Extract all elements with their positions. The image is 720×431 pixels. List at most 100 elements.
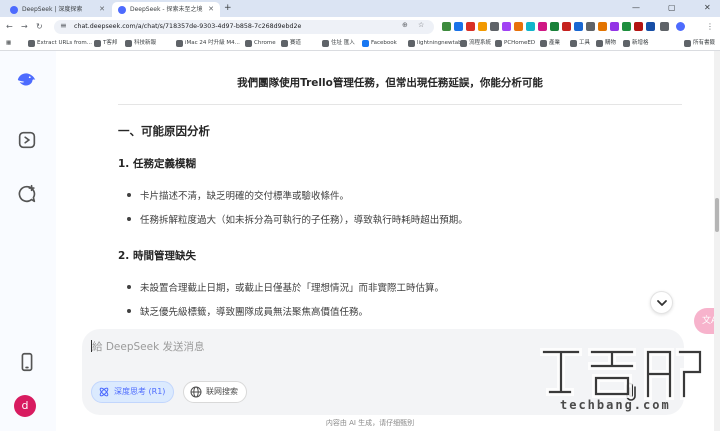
extension-icon[interactable]	[514, 22, 523, 31]
extension-icon[interactable]	[466, 22, 475, 31]
deepseek-favicon-icon	[118, 6, 126, 14]
apps-icon[interactable]: ▦	[6, 38, 11, 49]
url-text[interactable]: chat.deepseek.com/a/chat/s/718357de-9303…	[74, 20, 301, 34]
bookmark-item[interactable]: 新增格	[623, 38, 649, 49]
extension-icon[interactable]	[610, 22, 619, 31]
close-tab-icon[interactable]: ✕	[208, 2, 214, 17]
bookmark-item[interactable]: Extract URLs from...	[28, 38, 92, 49]
chevron-down-icon	[656, 300, 667, 306]
bookmark-favicon-icon	[125, 40, 132, 47]
extension-icon[interactable]	[454, 22, 463, 31]
scroll-to-bottom-button[interactable]	[650, 291, 673, 314]
bookmark-label: 新增格	[632, 40, 649, 46]
toolbar: ← → ↻ ≡ chat.deepseek.com/a/chat/s/71835…	[0, 17, 720, 36]
bookmark-label: 住址 匯入	[331, 40, 355, 46]
bookmark-label: Chrome	[254, 40, 276, 46]
sub-heading: 2. 時間管理缺失	[118, 250, 196, 262]
tab-title: DeepSeek | 深度探索	[22, 6, 83, 13]
extension-icon[interactable]	[622, 22, 631, 31]
zoom-icon[interactable]: ⊕	[402, 21, 408, 29]
bookmark-item[interactable]: T客邦	[94, 38, 117, 49]
more-menu-icon[interactable]: ⋮	[706, 21, 714, 32]
bookmark-label: 產業	[549, 40, 561, 46]
list-item: 卡片描述不清，缺乏明確的交付標準或驗收條件。	[126, 188, 349, 202]
facebook-icon	[362, 40, 369, 47]
user-avatar[interactable]: d	[14, 395, 36, 417]
folder-icon	[570, 40, 577, 47]
deep-think-toggle[interactable]: 深度思考 (R1)	[91, 381, 175, 403]
close-tab-icon[interactable]: ✕	[99, 2, 105, 17]
scrollbar-thumb[interactable]	[715, 198, 719, 232]
extension-icon[interactable]	[550, 22, 559, 31]
bookmark-item[interactable]: 賽道	[281, 38, 301, 49]
bookmark-item[interactable]: 科技新報	[125, 38, 156, 49]
bookmark-favicon-icon	[281, 40, 288, 47]
extension-icon[interactable]	[574, 22, 583, 31]
list-item: 未設置合理截止日期，或截止日僅基於「理想情況」而非實際工時估算。	[126, 280, 444, 294]
bookmark-label: Extract URLs from...	[37, 40, 93, 46]
close-window-icon[interactable]: ✕	[704, 0, 711, 16]
bookmark-item[interactable]: 工具	[570, 38, 590, 49]
deep-think-label: 深度思考 (R1)	[114, 387, 166, 396]
atom-icon	[99, 387, 109, 397]
list-item: 缺乏優先級標籤，導致團隊成員無法聚焦高價值任務。	[126, 304, 368, 318]
bookmark-favicon-icon	[495, 40, 502, 47]
bookmark-favicon-icon	[94, 40, 101, 47]
all-bookmarks[interactable]: 所有書籤	[684, 38, 715, 49]
web-search-label: 联网搜索	[206, 387, 238, 396]
bookmark-label: 所有書籤	[693, 40, 716, 46]
deepseek-whale-logo-icon[interactable]	[16, 69, 38, 91]
mobile-app-icon[interactable]	[16, 351, 38, 373]
browser-window: DeepSeek | 深度探索 ✕ DeepSeek - 探索未至之境 ✕ + …	[0, 0, 720, 431]
reload-icon[interactable]: ↻	[36, 21, 43, 32]
bookmark-item[interactable]: PCHomeED	[495, 38, 535, 49]
folder-icon	[596, 40, 603, 47]
web-search-toggle[interactable]: 联网搜索	[183, 381, 247, 403]
extension-icon[interactable]	[562, 22, 571, 31]
minimize-icon[interactable]: —	[632, 0, 640, 16]
puzzle-extensions-icon[interactable]	[660, 22, 669, 31]
globe-icon	[190, 386, 202, 398]
bookmarks-bar: ▦ Extract URLs from... T客邦 科技新報 iMac 24 …	[0, 36, 720, 51]
bookmark-favicon-icon	[245, 40, 252, 47]
new-chat-icon[interactable]	[16, 183, 38, 205]
plus-icon: +	[224, 3, 232, 13]
tab-strip: DeepSeek | 深度探索 ✕ DeepSeek - 探索未至之境 ✕ + …	[0, 0, 720, 17]
message-input[interactable]: 給 DeepSeek 发送消息	[92, 339, 205, 354]
new-tab-button[interactable]: +	[224, 2, 232, 15]
bookmark-item[interactable]: 住址 匯入	[322, 38, 355, 49]
bookmark-item[interactable]: 購物	[596, 38, 616, 49]
tab-deepseek-chat[interactable]: DeepSeek - 探索未至之境 ✕	[112, 2, 220, 17]
extension-icon[interactable]	[634, 22, 643, 31]
tab-title: DeepSeek - 探索未至之境	[130, 6, 203, 13]
bookmark-item[interactable]: lightningnewtab	[408, 38, 462, 49]
bookmark-item[interactable]: 流程系統	[460, 38, 491, 49]
bookmark-label: 工具	[579, 40, 591, 46]
extension-icon[interactable]	[646, 22, 655, 31]
techbang-watermark-logo-icon	[540, 348, 704, 400]
bookmark-item[interactable]: Facebook	[362, 38, 397, 49]
extension-icon[interactable]	[490, 22, 499, 31]
open-sidebar-icon[interactable]	[16, 129, 38, 151]
section-heading: 一、可能原因分析	[118, 124, 210, 138]
extension-icon[interactable]	[586, 22, 595, 31]
bookmark-item[interactable]: 產業	[540, 38, 560, 49]
extension-icon[interactable]	[442, 22, 451, 31]
maximize-icon[interactable]: ▢	[668, 0, 676, 16]
tab-deepseek-home[interactable]: DeepSeek | 深度探索 ✕	[4, 2, 111, 17]
extension-icon[interactable]	[538, 22, 547, 31]
forward-icon[interactable]: →	[21, 21, 28, 32]
extension-icon[interactable]	[598, 22, 607, 31]
extension-icon[interactable]	[526, 22, 535, 31]
profile-avatar-icon[interactable]	[676, 22, 685, 31]
back-icon[interactable]: ←	[6, 21, 13, 32]
bookmark-label: lightningnewtab	[417, 40, 462, 46]
address-bar[interactable]: ≡ chat.deepseek.com/a/chat/s/718357de-93…	[54, 20, 434, 34]
bookmark-star-icon[interactable]: ☆	[418, 21, 424, 29]
site-info-icon[interactable]: ≡	[60, 21, 67, 30]
bookmark-item[interactable]: iMac 24 吋升級 M4...	[176, 38, 240, 49]
extension-icon[interactable]	[478, 22, 487, 31]
extension-icon[interactable]	[502, 22, 511, 31]
bookmark-item[interactable]: Chrome	[245, 38, 276, 49]
folder-icon	[684, 40, 691, 47]
